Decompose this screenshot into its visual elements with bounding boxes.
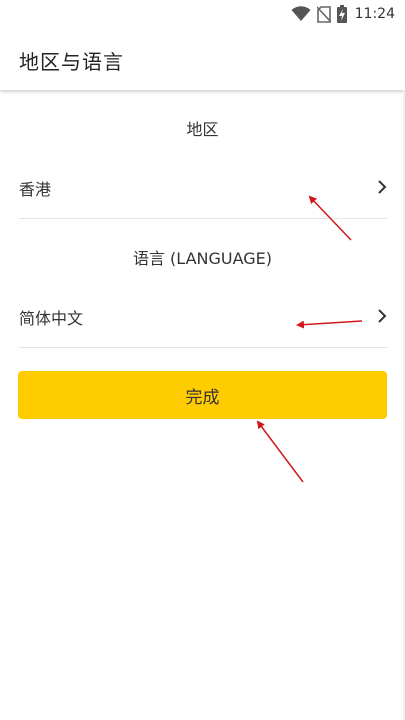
no-sim-icon <box>316 5 331 23</box>
status-time: 11:24 <box>354 6 395 22</box>
battery-charging-icon <box>336 5 347 23</box>
chevron-right-icon <box>378 180 387 194</box>
region-section-header: 地区 <box>186 120 219 139</box>
status-bar: 11:24 <box>0 0 405 28</box>
chevron-right-icon <box>378 309 387 323</box>
status-icons: 11:24 <box>291 4 395 24</box>
page-title: 地区与语言 <box>19 50 124 74</box>
done-button[interactable]: 完成 <box>18 371 387 419</box>
language-row[interactable]: 简体中文 <box>19 285 387 348</box>
annotation-arrows <box>256 195 363 483</box>
language-value: 简体中文 <box>19 309 84 328</box>
region-row[interactable]: 香港 <box>19 156 387 219</box>
region-value: 香港 <box>19 180 52 199</box>
annotation-arrow-done <box>256 420 304 483</box>
language-section-header: 语言 (LANGUAGE) <box>132 249 273 268</box>
app-bar: 地区与语言 <box>0 28 405 90</box>
wifi-icon <box>291 6 311 21</box>
